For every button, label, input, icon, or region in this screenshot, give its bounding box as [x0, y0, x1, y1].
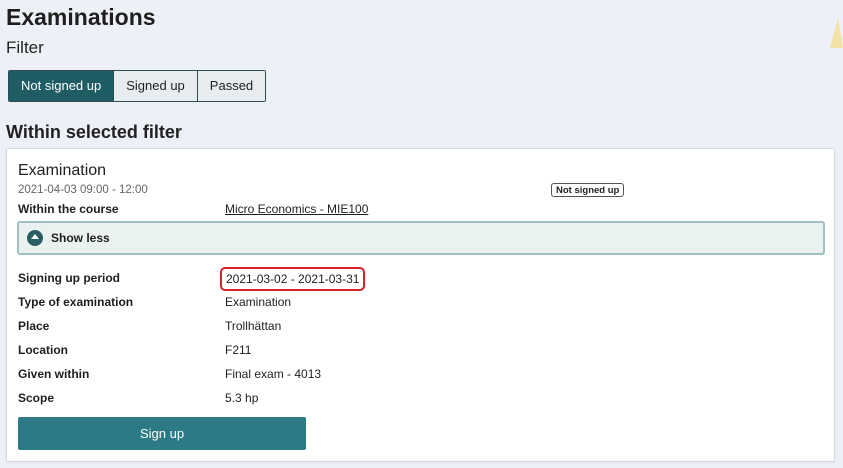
show-less-label: Show less	[51, 231, 110, 245]
location-value: F211	[225, 343, 252, 357]
signing-up-period-value: 2021-03-02 - 2021-03-31	[220, 267, 366, 291]
course-label: Within the course	[18, 202, 119, 216]
course-link[interactable]: Micro Economics - MIE100	[225, 201, 368, 217]
filter-signed-up-button[interactable]: Signed up	[113, 71, 197, 101]
scope-label: Scope	[18, 391, 55, 405]
page-title: Examinations	[6, 4, 156, 30]
place-value: Trollhättan	[225, 319, 282, 333]
given-within-label: Given within	[18, 367, 90, 381]
card-title: Examination	[18, 162, 107, 179]
section-title: Within selected filter	[6, 122, 182, 142]
show-less-toggle[interactable]: Show less	[17, 221, 825, 255]
location-label: Location	[18, 343, 68, 357]
filter-not-signed-up-button[interactable]: Not signed up	[9, 71, 114, 101]
examination-datetime: 2021-04-03 09:00 - 12:00	[18, 184, 148, 196]
signing-up-period-label: Signing up period	[18, 271, 120, 285]
decorative-shape	[830, 18, 843, 48]
type-of-examination-value: Examination	[225, 295, 292, 309]
chevron-up-icon	[27, 230, 43, 246]
filter-passed-button[interactable]: Passed	[196, 71, 266, 101]
sign-up-button[interactable]: Sign up	[18, 417, 306, 450]
scope-value: 5.3 hp	[225, 391, 259, 405]
filter-title: Filter	[6, 38, 44, 57]
type-of-examination-label: Type of examination	[18, 295, 134, 309]
examination-card: Examination 2021-04-03 09:00 - 12:00 Not…	[6, 148, 835, 462]
filter-button-group: Not signed up Signed up Passed	[8, 70, 267, 102]
status-badge: Not signed up	[551, 183, 625, 197]
given-within-value: Final exam - 4013	[225, 367, 322, 381]
place-label: Place	[18, 319, 50, 333]
